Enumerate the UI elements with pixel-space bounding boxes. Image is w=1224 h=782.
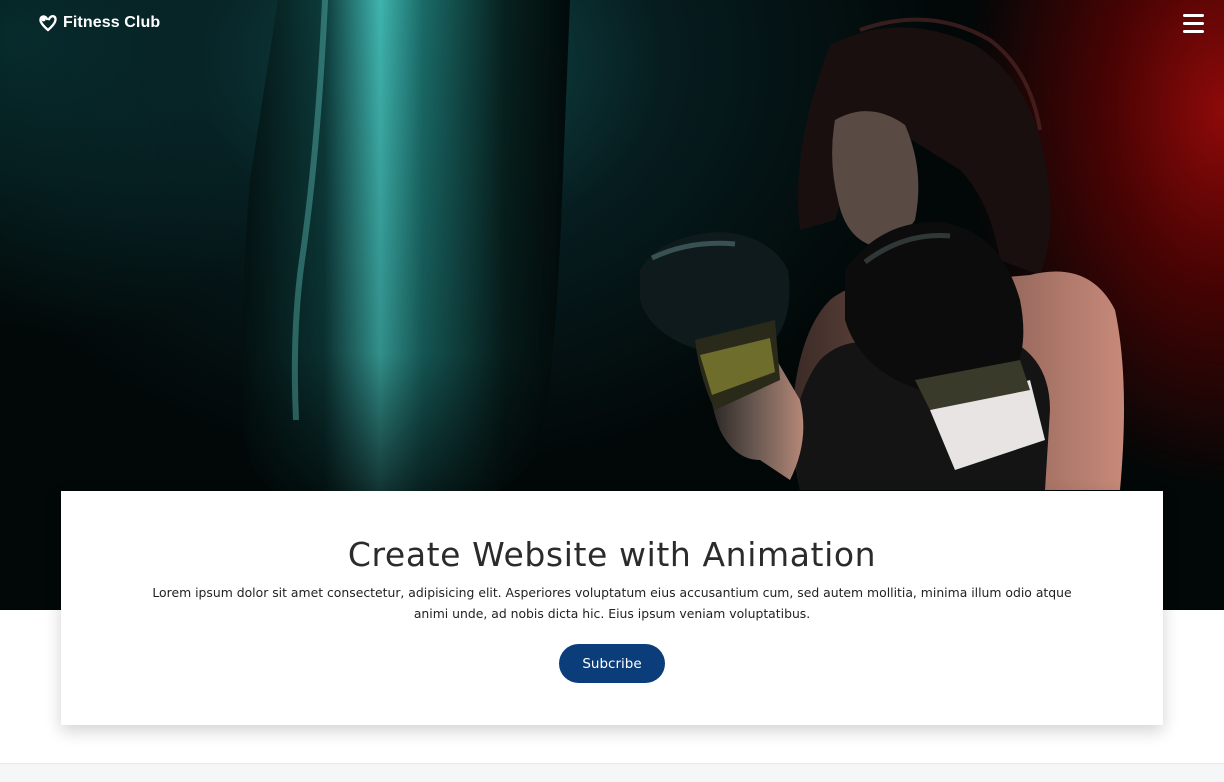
brand-name: Fitness Club (63, 14, 161, 31)
card-description: Lorem ipsum dolor sit amet consectetur, … (152, 585, 1072, 621)
hamburger-menu-icon[interactable] (1183, 14, 1204, 33)
brand-link[interactable]: Fitness Club (38, 14, 160, 32)
heart-pulse-icon (38, 14, 58, 32)
card-title: Create Website with Animation (347, 535, 877, 574)
navbar: Fitness Club (0, 0, 1224, 50)
subscribe-button[interactable]: Subcribe (559, 644, 665, 683)
menu-bar (1183, 30, 1204, 33)
hero-card: Create Website with Animation Lorem ipsu… (61, 491, 1163, 725)
next-section-strip (0, 763, 1224, 782)
menu-bar (1183, 22, 1204, 25)
menu-bar (1183, 14, 1204, 17)
